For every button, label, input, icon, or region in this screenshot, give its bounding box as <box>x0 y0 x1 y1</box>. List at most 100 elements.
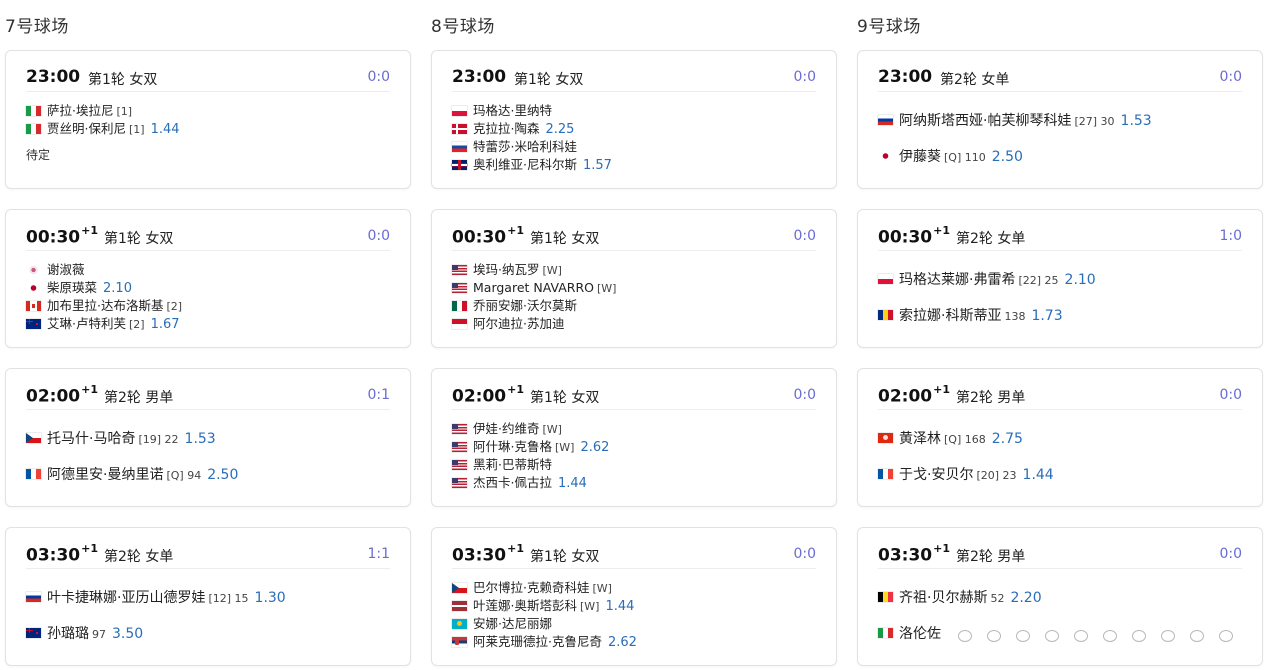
player-row[interactable]: 叶卡捷琳娜·亚历山德罗娃 [12] 15 1.30 <box>26 580 390 616</box>
player-name[interactable]: 齐祖·贝尔赫斯 <box>899 590 987 606</box>
match-score[interactable]: 0:0 <box>367 228 390 244</box>
player-name[interactable]: 洛伦佐 <box>899 626 941 642</box>
player-row[interactable]: 阿纳斯塔西娅·帕芙柳琴科娃 [27] 30 1.53 <box>878 103 1242 139</box>
player-odds[interactable]: 2.62 <box>608 635 637 650</box>
player-odds[interactable]: 1.44 <box>605 599 634 614</box>
player-name[interactable]: 柴原瑛菜 <box>47 280 97 295</box>
match-score[interactable]: 0:0 <box>793 546 816 562</box>
player-name[interactable]: 克拉拉·陶森 <box>473 121 539 136</box>
player-row[interactable]: 于戈·安贝尔 [20] 23 1.44 <box>878 457 1242 493</box>
player-name[interactable]: 玛格达莱娜·弗雷希 <box>899 272 1015 288</box>
player-odds[interactable]: 1.44 <box>558 476 587 491</box>
player-name[interactable]: 加布里拉·达布洛斯基 <box>47 298 163 313</box>
player-name[interactable]: 埃玛·纳瓦罗 <box>473 262 539 277</box>
player-row[interactable]: 阿德里安·曼纳里诺 [Q] 94 2.50 <box>26 457 390 493</box>
player-row[interactable]: 安娜·达尼丽娜 <box>452 615 816 633</box>
player-name[interactable]: 叶卡捷琳娜·亚历山德罗娃 <box>47 590 205 606</box>
player-row[interactable]: 黄泽林 [Q] 168 2.75 <box>878 421 1242 457</box>
player-name[interactable]: 伊藤葵 <box>899 149 941 165</box>
player-odds[interactable]: 2.25 <box>545 122 574 137</box>
player-odds[interactable]: 1.73 <box>1031 308 1062 324</box>
match-card[interactable]: 02:00+1 第2轮 男单 0:1 托马什·马哈奇 [19] 22 1.53 阿德里安·曼… <box>5 368 411 507</box>
match-card[interactable]: 23:00 第1轮 女双 0:0 萨拉·埃拉尼 [1] 贾丝明·保利尼 [1] 1.44 待定 <box>5 50 411 189</box>
player-row[interactable]: 特蕾莎·米哈利科娃 <box>452 138 816 156</box>
player-name[interactable]: 阿什琳·克鲁格 <box>473 439 552 454</box>
player-row[interactable]: 克拉拉·陶森 2.25 <box>452 120 816 138</box>
match-card[interactable]: 23:00 第2轮 女单 0:0 阿纳斯塔西娅·帕芙柳琴科娃 [27] 30 1.53 伊藤… <box>857 50 1263 189</box>
player-name[interactable]: 谢淑薇 <box>47 262 85 277</box>
player-row[interactable]: 托马什·马哈奇 [19] 22 1.53 <box>26 421 390 457</box>
player-row[interactable]: 索拉娜·科斯蒂亚 138 1.73 <box>878 298 1242 334</box>
match-score[interactable]: 0:0 <box>1219 69 1242 85</box>
player-name[interactable]: 孙璐璐 <box>47 626 89 642</box>
player-name[interactable]: 巴尔博拉·克赖奇科娃 <box>473 580 589 595</box>
player-odds[interactable]: 1.67 <box>151 317 180 332</box>
match-card[interactable]: 03:30+1 第1轮 女双 0:0 巴尔博拉·克赖奇科娃 [W] 叶莲娜·奥斯塔彭科 [W… <box>431 527 837 666</box>
player-odds[interactable]: 1.53 <box>185 431 216 447</box>
player-odds[interactable]: 1.30 <box>255 590 286 606</box>
player-odds[interactable]: 2.50 <box>992 149 1023 165</box>
player-odds[interactable]: 2.50 <box>207 467 238 483</box>
player-name[interactable]: 乔丽安娜·沃尔莫斯 <box>473 298 577 313</box>
match-score[interactable]: 1:1 <box>367 546 390 562</box>
match-score[interactable]: 0:1 <box>367 387 390 403</box>
match-card[interactable]: 00:30+1 第2轮 女单 1:0 玛格达莱娜·弗雷希 [22] 25 2.10 索拉娜·… <box>857 209 1263 348</box>
player-row[interactable]: 孙璐璐 97 3.50 <box>26 616 390 652</box>
player-name[interactable]: 阿莱克珊德拉·克鲁尼奇 <box>473 634 602 649</box>
player-row[interactable]: 黑莉·巴蒂斯特 <box>452 456 816 474</box>
player-name[interactable]: 杰西卡·佩古拉 <box>473 475 552 490</box>
player-name[interactable]: 萨拉·埃拉尼 <box>47 103 113 118</box>
player-row[interactable]: 齐祖·贝尔赫斯 52 2.20 <box>878 580 1242 616</box>
match-score[interactable]: 0:0 <box>793 228 816 244</box>
player-name[interactable]: 奥利维亚·尼科尔斯 <box>473 157 577 172</box>
player-name[interactable]: 托马什·马哈奇 <box>47 431 135 447</box>
player-row[interactable]: Margaret NAVARRO [W] <box>452 279 816 297</box>
match-score[interactable]: 1:0 <box>1219 228 1242 244</box>
player-row[interactable]: 阿什琳·克鲁格 [W] 2.62 <box>452 438 816 456</box>
player-row[interactable]: 阿莱克珊德拉·克鲁尼奇 2.62 <box>452 633 816 651</box>
player-row[interactable]: 柴原瑛菜 2.10 <box>26 279 390 297</box>
player-odds[interactable]: 2.62 <box>580 440 609 455</box>
match-score[interactable]: 0:0 <box>1219 546 1242 562</box>
player-name[interactable]: 艾琳·卢特利芙 <box>47 316 126 331</box>
player-name[interactable]: 特蕾莎·米哈利科娃 <box>473 139 577 154</box>
player-name[interactable]: 叶莲娜·奥斯塔彭科 <box>473 598 577 613</box>
player-row[interactable]: 巴尔博拉·克赖奇科娃 [W] <box>452 579 816 597</box>
match-score[interactable]: 0:0 <box>1219 387 1242 403</box>
player-name[interactable]: 伊娃·约维奇 <box>473 421 539 436</box>
player-name[interactable]: 索拉娜·科斯蒂亚 <box>899 308 1001 324</box>
player-name[interactable]: 于戈·安贝尔 <box>899 467 973 483</box>
match-card[interactable]: 00:30+1 第1轮 女双 0:0 谢淑薇 柴原瑛菜 2.10 加布里拉·达布洛斯基 [2]… <box>5 209 411 348</box>
match-score[interactable]: 0:0 <box>793 387 816 403</box>
player-row[interactable]: 贾丝明·保利尼 [1] 1.44 <box>26 120 390 138</box>
player-name[interactable]: 贾丝明·保利尼 <box>47 121 126 136</box>
player-name[interactable]: 阿德里安·曼纳里诺 <box>47 467 163 483</box>
player-name[interactable]: 阿尔迪拉·苏加迪 <box>473 316 564 331</box>
player-name[interactable]: 玛格达·里纳特 <box>473 103 552 118</box>
match-card[interactable]: 00:30+1 第1轮 女双 0:0 埃玛·纳瓦罗 [W] Margaret NAVARR… <box>431 209 837 348</box>
player-odds[interactable]: 1.44 <box>151 122 180 137</box>
match-card[interactable]: 02:00+1 第2轮 男单 0:0 黄泽林 [Q] 168 2.75 于戈·安贝尔 [20]… <box>857 368 1263 507</box>
match-card[interactable]: 03:30+1 第2轮 女单 1:1 叶卡捷琳娜·亚历山德罗娃 [12] 15 1.30 孙… <box>5 527 411 666</box>
player-name[interactable]: Margaret NAVARRO <box>473 280 594 295</box>
player-row[interactable]: 埃玛·纳瓦罗 [W] <box>452 261 816 279</box>
player-row[interactable]: 伊藤葵 [Q] 110 2.50 <box>878 139 1242 175</box>
player-odds[interactable]: 2.75 <box>992 431 1023 447</box>
player-odds[interactable]: 1.57 <box>583 158 612 173</box>
player-odds[interactable]: 2.10 <box>1065 272 1096 288</box>
player-name[interactable]: 阿纳斯塔西娅·帕芙柳琴科娃 <box>899 113 1071 129</box>
player-odds[interactable]: 2.10 <box>103 281 132 296</box>
player-name[interactable]: 安娜·达尼丽娜 <box>473 616 552 631</box>
player-row[interactable]: 叶莲娜·奥斯塔彭科 [W] 1.44 <box>452 597 816 615</box>
player-odds[interactable]: 1.53 <box>1121 113 1152 129</box>
player-row[interactable]: 加布里拉·达布洛斯基 [2] <box>26 297 390 315</box>
player-row[interactable]: 谢淑薇 <box>26 261 390 279</box>
player-odds[interactable]: 2.20 <box>1010 590 1041 606</box>
player-row[interactable]: 萨拉·埃拉尼 [1] <box>26 102 390 120</box>
match-score[interactable]: 0:0 <box>793 69 816 85</box>
player-row[interactable]: 玛格达莱娜·弗雷希 [22] 25 2.10 <box>878 262 1242 298</box>
player-row[interactable]: 奥利维亚·尼科尔斯 1.57 <box>452 156 816 174</box>
player-odds[interactable]: 1.44 <box>1023 467 1054 483</box>
match-card[interactable]: 02:00+1 第1轮 女双 0:0 伊娃·约维奇 [W] 阿什琳·克鲁格 [W] 2.62 黑… <box>431 368 837 507</box>
player-row[interactable]: 玛格达·里纳特 <box>452 102 816 120</box>
